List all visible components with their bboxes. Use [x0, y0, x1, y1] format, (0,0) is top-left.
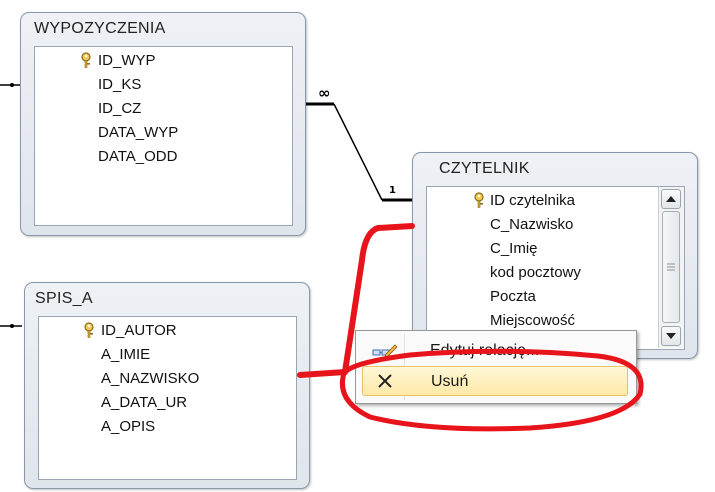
field-id-autor[interactable]: ID_AUTOR: [101, 322, 177, 339]
relationship-line: [333, 103, 383, 201]
table-title-spis-a[interactable]: SPIS_A: [35, 290, 93, 308]
arrow-down-icon: [666, 333, 676, 339]
menu-item-delete[interactable]: Usuń: [362, 366, 628, 396]
field-kod-pocztowy[interactable]: kod pocztowy: [490, 264, 581, 281]
table-czytelnik[interactable]: CZYTELNIK ID czytelnika C_Nazwisko C_Imi…: [412, 152, 698, 359]
delete-x-icon: [377, 373, 393, 394]
grip-icon: [667, 263, 675, 271]
many-symbol: ∞: [318, 84, 331, 102]
primary-key-icon: [82, 322, 96, 338]
field-id-ks[interactable]: ID_KS: [98, 76, 141, 93]
vertical-scrollbar[interactable]: [658, 187, 684, 348]
field-id-wyp[interactable]: ID_WYP: [98, 52, 156, 69]
field-list-spis-a: ID_AUTOR A_IMIE A_NAZWISKO A_DATA_UR A_O…: [38, 316, 297, 480]
one-symbol: 1: [389, 185, 396, 196]
field-a-nazwisko[interactable]: A_NAZWISKO: [101, 370, 199, 387]
scroll-up-button[interactable]: [661, 189, 681, 209]
field-list-wypozyczenia: ID_WYP ID_KS ID_CZ DATA_WYP DATA_ODD: [34, 46, 293, 226]
field-a-data-ur[interactable]: A_DATA_UR: [101, 394, 187, 411]
field-poczta[interactable]: Poczta: [490, 288, 536, 305]
field-c-imie[interactable]: C_Imię: [490, 240, 538, 257]
primary-key-icon: [472, 192, 486, 208]
context-menu: Edytuj relację... Usuń: [355, 330, 637, 404]
field-data-wyp[interactable]: DATA_WYP: [98, 124, 178, 141]
primary-key-icon: [79, 52, 93, 68]
table-title-wypozyczenia[interactable]: WYPOZYCZENIA: [34, 20, 166, 38]
field-id-cz[interactable]: ID_CZ: [98, 100, 141, 117]
field-data-odd[interactable]: DATA_ODD: [98, 148, 177, 165]
menu-item-label: Edytuj relację...: [430, 342, 540, 359]
field-c-nazwisko[interactable]: C_Nazwisko: [490, 216, 573, 233]
scroll-down-button[interactable]: [661, 326, 681, 346]
arrow-up-icon: [666, 196, 676, 202]
menu-item-edit-relationship[interactable]: Edytuj relację...: [362, 336, 628, 366]
table-spis-a[interactable]: SPIS_A ID_AUTOR A_IMIE A_NAZWISKO A_DATA…: [24, 282, 310, 489]
scroll-thumb[interactable]: [662, 211, 680, 323]
field-miejscowosc[interactable]: Miejscowość: [490, 312, 575, 329]
field-list-czytelnik: ID czytelnika C_Nazwisko C_Imię kod pocz…: [426, 186, 685, 350]
field-a-imie[interactable]: A_IMIE: [101, 346, 150, 363]
menu-item-label: Usuń: [431, 373, 469, 390]
field-a-opis[interactable]: A_OPIS: [101, 418, 155, 435]
table-title-czytelnik[interactable]: CZYTELNIK: [439, 160, 530, 178]
field-id-czytelnika[interactable]: ID czytelnika: [490, 192, 575, 209]
table-wypozyczenia[interactable]: WYPOZYCZENIA ID_WYP ID_KS ID_CZ DATA_WYP…: [20, 12, 306, 236]
edit-relationship-icon: [372, 342, 398, 365]
